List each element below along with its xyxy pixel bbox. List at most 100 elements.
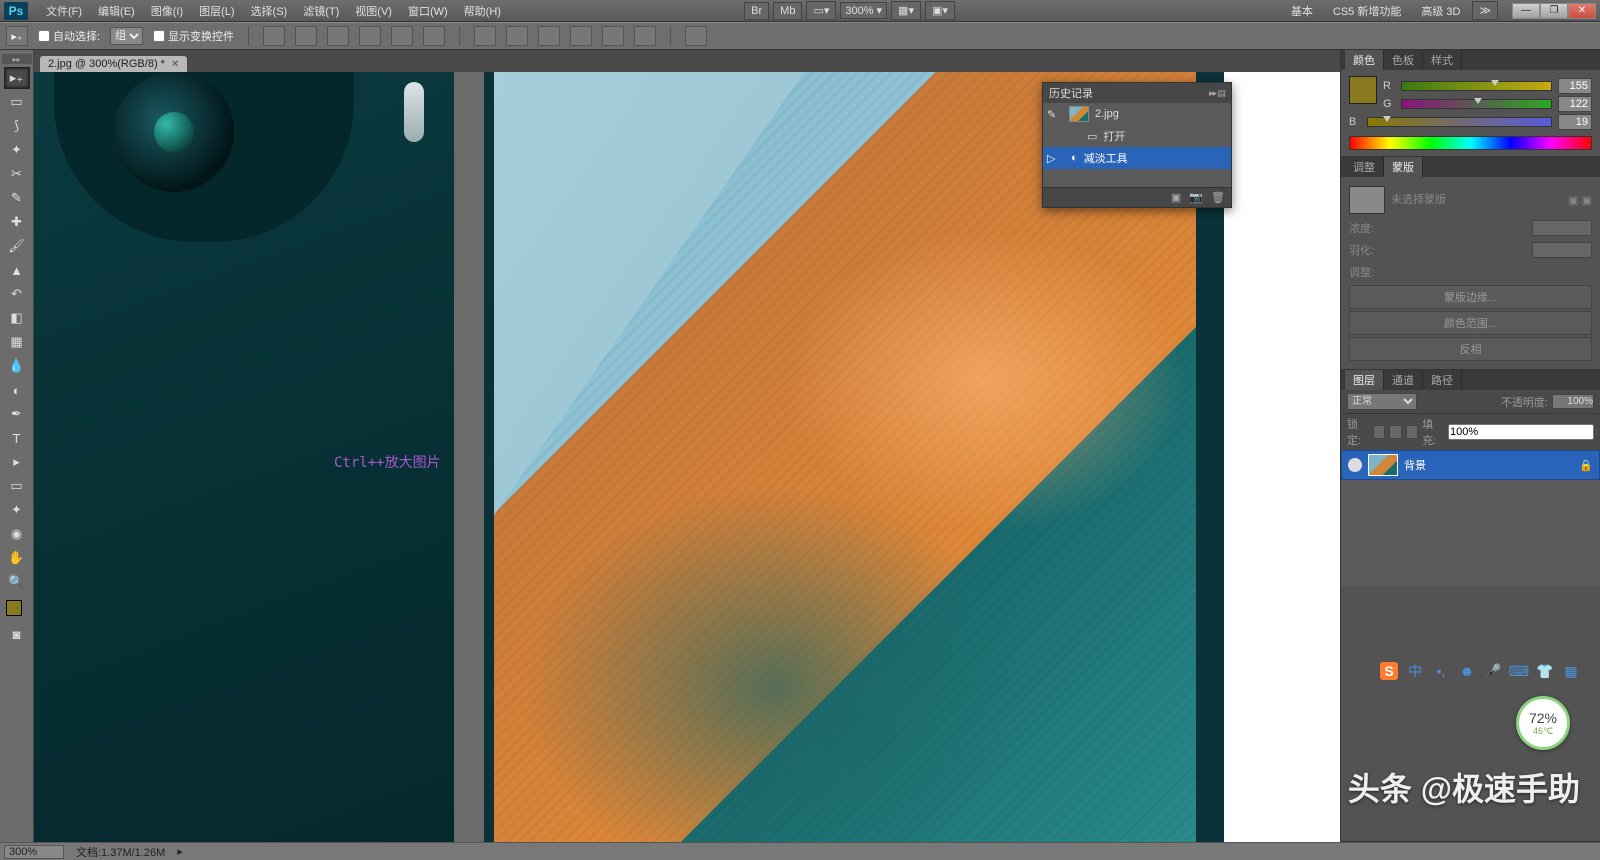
show-transform-checkbox[interactable]: 显示变换控件 — [153, 28, 234, 44]
auto-select-dropdown[interactable]: 组 — [110, 27, 143, 45]
fill-input[interactable] — [1448, 424, 1594, 440]
tab-channels[interactable]: 通道 — [1384, 370, 1423, 390]
auto-align-icon[interactable] — [685, 26, 707, 46]
eyedropper-tool[interactable]: ✎ — [4, 187, 30, 209]
extras-button[interactable]: ▣▾ — [925, 1, 955, 20]
distribute-bottom-icon[interactable] — [538, 26, 560, 46]
workspace-basic[interactable]: 基本 — [1283, 3, 1321, 19]
menu-edit[interactable]: 编辑(E) — [90, 3, 143, 19]
layer-row[interactable]: 背景 🔒 — [1341, 450, 1600, 480]
close-tab-icon[interactable]: ✕ — [171, 59, 179, 70]
align-right-icon[interactable] — [423, 26, 445, 46]
align-bottom-icon[interactable] — [327, 26, 349, 46]
ime-punct-icon[interactable]: •, — [1432, 662, 1450, 680]
tab-adjustments[interactable]: 调整 — [1345, 157, 1384, 177]
history-delete-icon[interactable]: 🗑 — [1211, 191, 1225, 204]
screen-mode-button[interactable]: ▭▾ — [806, 1, 836, 20]
gradient-tool[interactable]: ▦ — [4, 331, 30, 353]
distribute-right-icon[interactable] — [634, 26, 656, 46]
distribute-hcenter-icon[interactable] — [602, 26, 624, 46]
workspace-3d[interactable]: 高级 3D — [1413, 3, 1468, 19]
auto-select-checkbox[interactable]: 自动选择: — [38, 28, 100, 44]
shape-tool[interactable]: ▭ — [4, 475, 30, 497]
path-select-tool[interactable]: ▸ — [4, 451, 30, 473]
feather-field[interactable] — [1532, 242, 1592, 258]
arrange-button[interactable]: ▦▾ — [891, 1, 921, 20]
menu-file[interactable]: 文件(F) — [38, 3, 90, 19]
ime-lang-icon[interactable]: 中 — [1406, 662, 1424, 680]
perf-gauge[interactable]: 72% 46℃ — [1516, 696, 1570, 750]
r-slider[interactable] — [1401, 81, 1552, 91]
marquee-tool[interactable]: ▭ — [4, 91, 30, 113]
zoom-dropdown[interactable]: 300% ▾ — [840, 2, 887, 19]
minibridge-button[interactable]: Mb — [773, 2, 802, 20]
brush-tool[interactable]: 🖌 — [4, 235, 30, 257]
tab-styles[interactable]: 样式 — [1423, 50, 1462, 70]
r-input[interactable] — [1558, 78, 1592, 94]
b-input[interactable] — [1558, 114, 1592, 130]
menu-view[interactable]: 视图(V) — [347, 3, 400, 19]
history-tab[interactable]: 历史记录 — [1049, 85, 1093, 101]
status-zoom[interactable]: 300% — [4, 845, 64, 859]
history-snapshot-icon[interactable]: 📷 — [1189, 191, 1203, 204]
type-tool[interactable]: T — [4, 427, 30, 449]
menu-select[interactable]: 选择(S) — [243, 3, 296, 19]
toolbar-expand-icon[interactable]: ▸▸ — [2, 54, 32, 64]
lock-pixels-icon[interactable] — [1373, 425, 1385, 439]
healing-tool[interactable]: ✚ — [4, 211, 30, 233]
workspace-more[interactable]: ≫ — [1472, 1, 1498, 20]
dodge-tool[interactable]: ◐ — [4, 379, 30, 401]
3d-camera-tool[interactable]: ◉ — [4, 523, 30, 545]
window-maximize-icon[interactable]: ❐ — [1540, 3, 1568, 19]
tab-swatches[interactable]: 色板 — [1384, 50, 1423, 70]
ime-keyboard-icon[interactable]: ⌨ — [1510, 662, 1528, 680]
history-step-dodge[interactable]: ▷ ◐ 减淡工具 — [1043, 147, 1231, 169]
history-doc-row[interactable]: ✎ 2.jpg — [1043, 103, 1231, 125]
tab-masks[interactable]: 蒙版 — [1384, 157, 1423, 177]
menu-filter[interactable]: 滤镜(T) — [295, 3, 347, 19]
spectrum-bar[interactable] — [1349, 136, 1592, 150]
align-hcenter-icon[interactable] — [391, 26, 413, 46]
current-tool-icon[interactable]: ▸₊ — [6, 26, 28, 46]
document-tab[interactable]: 2.jpg @ 300%(RGB/8) * ✕ — [40, 56, 187, 72]
opacity-input[interactable] — [1552, 394, 1594, 409]
history-brush-tool[interactable]: ↶ — [4, 283, 30, 305]
density-field[interactable] — [1532, 220, 1592, 236]
color-swatches[interactable] — [6, 600, 28, 622]
blur-tool[interactable]: 💧 — [4, 355, 30, 377]
tab-layers[interactable]: 图层 — [1345, 370, 1384, 390]
ime-toolbox-icon[interactable]: ▦ — [1562, 662, 1580, 680]
tab-color[interactable]: 颜色 — [1345, 50, 1384, 70]
invert-button[interactable]: 反相 — [1349, 337, 1592, 361]
menu-help[interactable]: 帮助(H) — [456, 3, 509, 19]
g-slider[interactable] — [1401, 99, 1552, 109]
lock-all-icon[interactable] — [1406, 425, 1418, 439]
history-collapse-icon[interactable]: ▸▸ ▤ — [1209, 88, 1225, 99]
3d-tool[interactable]: ✦ — [4, 499, 30, 521]
blend-mode-dropdown[interactable]: 正常 — [1347, 393, 1417, 410]
ime-emoji-icon[interactable]: ☻ — [1458, 662, 1476, 680]
g-input[interactable] — [1558, 96, 1592, 112]
align-top-icon[interactable] — [263, 26, 285, 46]
pen-tool[interactable]: ✒ — [4, 403, 30, 425]
add-mask-icons[interactable]: ▣ ▣ — [1568, 194, 1592, 207]
history-step-open[interactable]: ▭ 打开 — [1043, 125, 1231, 147]
ime-toolbar[interactable]: S 中 •, ☻ 🎤 ⌨ 👕 ▦ — [1380, 662, 1580, 680]
layer-visibility-icon[interactable] — [1348, 458, 1362, 472]
status-arrow-icon[interactable]: ▸ — [177, 845, 183, 858]
lock-position-icon[interactable] — [1389, 425, 1401, 439]
tab-paths[interactable]: 路径 — [1423, 370, 1462, 390]
zoom-tool[interactable]: 🔍 — [4, 571, 30, 593]
align-vcenter-icon[interactable] — [295, 26, 317, 46]
quick-select-tool[interactable]: ✦ — [4, 139, 30, 161]
ime-voice-icon[interactable]: 🎤 — [1484, 662, 1502, 680]
distribute-vcenter-icon[interactable] — [506, 26, 528, 46]
color-range-button[interactable]: 颜色范围... — [1349, 311, 1592, 335]
menu-image[interactable]: 图像(I) — [143, 3, 191, 19]
current-color-swatch[interactable] — [1349, 76, 1377, 104]
b-slider[interactable] — [1367, 117, 1552, 127]
menu-layer[interactable]: 图层(L) — [191, 3, 242, 19]
workspace-cs5new[interactable]: CS5 新增功能 — [1325, 3, 1409, 19]
ime-skin-icon[interactable]: 👕 — [1536, 662, 1554, 680]
window-minimize-icon[interactable]: — — [1512, 3, 1540, 19]
